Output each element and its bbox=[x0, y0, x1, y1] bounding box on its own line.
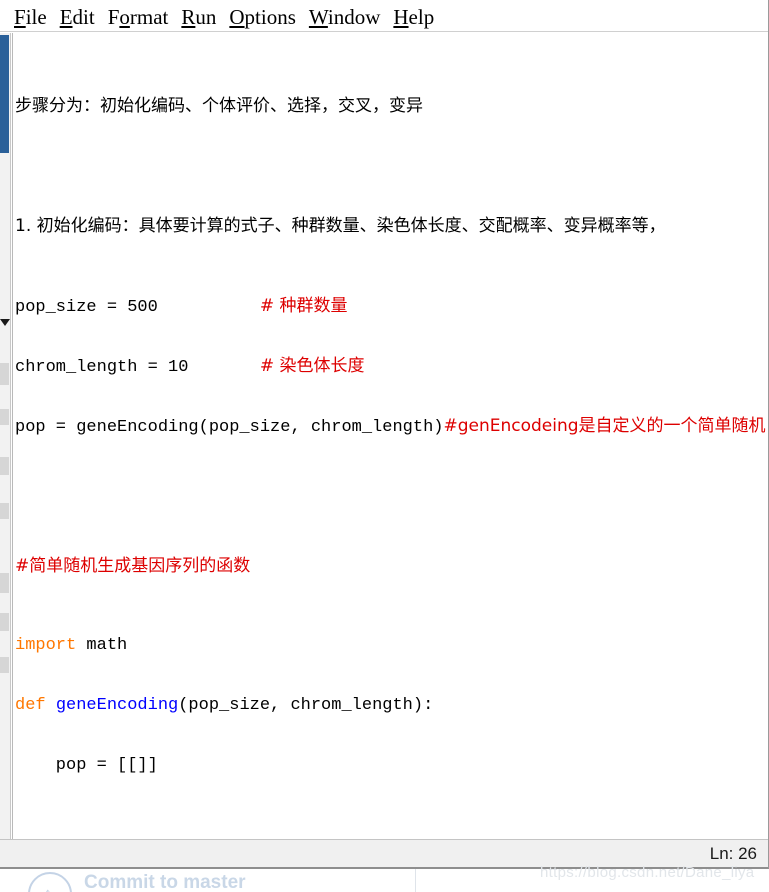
menu-format-pre: F bbox=[107, 4, 120, 29]
menu-options-mnemonic: O bbox=[229, 4, 245, 29]
menu-help[interactable]: Help bbox=[387, 5, 441, 31]
menu-options-rest: ptions bbox=[244, 4, 296, 29]
code-line: import math bbox=[15, 636, 128, 655]
up-arrow-icon: ↑ bbox=[44, 886, 52, 892]
line-comment: # 种群数量 bbox=[259, 296, 348, 316]
menu-options[interactable]: Options bbox=[223, 5, 303, 31]
kw-import: import bbox=[15, 636, 77, 655]
code-line: pop = geneEncoding(pop_size, chrom_lengt… bbox=[15, 416, 768, 437]
scrollbar-track[interactable] bbox=[0, 33, 11, 839]
background-divider bbox=[415, 866, 416, 892]
line-pad bbox=[158, 298, 260, 317]
code-line: pop_size = 500 # 种群数量 bbox=[15, 296, 768, 317]
menu-run[interactable]: Run bbox=[175, 5, 223, 31]
fn-name-geneEncoding: geneEncoding bbox=[55, 696, 179, 715]
left-scrollbar-strip[interactable] bbox=[0, 33, 12, 839]
scrollbar-segment bbox=[0, 503, 9, 519]
kw-def: def bbox=[15, 696, 46, 715]
menu-help-rest: elp bbox=[408, 4, 435, 29]
menu-run-mnemonic: R bbox=[181, 4, 196, 29]
idle-editor-window: File Edit Format Run Options Window Help… bbox=[0, 0, 769, 869]
line-comment: #genEncodeing是自定义的一个简单随机 bbox=[443, 416, 766, 436]
scrollbar-thumb[interactable] bbox=[0, 35, 9, 153]
scrollbar-down-arrow-icon[interactable] bbox=[0, 319, 10, 326]
code-content[interactable]: 步骤分为：初始化编码、个体评价、选择，交叉，变异 1. 初始化编码：具体要计算的… bbox=[15, 36, 768, 839]
menu-edit-rest: dit bbox=[72, 4, 95, 29]
line-text: 步骤分为：初始化编码、个体评价、选择，交叉，变异 bbox=[15, 96, 423, 116]
csdn-watermark: https://blog.csdn.net/Dane_liya bbox=[540, 864, 755, 881]
status-bar: Ln: 26 bbox=[0, 839, 768, 867]
code-line: 1. 初始化编码：具体要计算的式子、种群数量、染色体长度、交配概率、变异概率等， bbox=[15, 216, 768, 236]
menu-file-mnemonic: F bbox=[14, 4, 26, 29]
scrollbar-segment bbox=[0, 457, 9, 475]
code-line: 步骤分为：初始化编码、个体评价、选择，交叉，变异 bbox=[15, 96, 768, 116]
menu-edit[interactable]: Edit bbox=[54, 5, 102, 31]
menu-edit-mnemonic: E bbox=[59, 4, 73, 29]
code-line: pop = [[]] bbox=[15, 756, 158, 775]
line-number-indicator: Ln: 26 bbox=[709, 844, 757, 863]
line-comment: # 染色体长度 bbox=[259, 356, 365, 376]
scrollbar-segment bbox=[0, 573, 9, 593]
commit-to-master-label: Commit to master bbox=[84, 872, 246, 892]
menu-help-mnemonic: H bbox=[393, 4, 409, 29]
menu-file-rest: ile bbox=[25, 4, 47, 29]
line-text: 1. 初始化编码：具体要计算的式子、种群数量、染色体长度、交配概率、变异概率等， bbox=[15, 216, 666, 236]
scrollbar-segment bbox=[0, 613, 9, 631]
line-code: pop = geneEncoding(pop_size, chrom_lengt… bbox=[15, 418, 444, 437]
menu-window-rest: indow bbox=[327, 4, 381, 29]
menu-format-rest: rmat bbox=[129, 4, 169, 29]
code-line: #简单随机生成基因序列的函数 bbox=[15, 556, 768, 576]
code-line: chrom_length = 10 # 染色体长度 bbox=[15, 356, 768, 377]
menu-format-mnemonic: o bbox=[119, 4, 130, 29]
line-code: chrom_length = 10 bbox=[15, 358, 189, 377]
menu-window-mnemonic: W bbox=[308, 4, 328, 29]
menu-run-rest: un bbox=[195, 4, 217, 29]
menu-format[interactable]: Format bbox=[102, 5, 176, 31]
scrollbar-segment bbox=[0, 409, 9, 425]
scrollbar-segment bbox=[0, 657, 9, 673]
code-text-area[interactable]: 步骤分为：初始化编码、个体评价、选择，交叉，变异 1. 初始化编码：具体要计算的… bbox=[12, 33, 768, 839]
code-line: def geneEncoding(pop_size, chrom_length)… bbox=[15, 696, 434, 715]
scrollbar-segment bbox=[0, 363, 9, 385]
line-comment: #简单随机生成基因序列的函数 bbox=[15, 556, 251, 576]
menu-window[interactable]: Window bbox=[303, 5, 387, 31]
line-code: pop_size = 500 bbox=[15, 298, 158, 317]
line-pad bbox=[188, 358, 259, 377]
menu-bar: File Edit Format Run Options Window Help bbox=[0, 0, 768, 32]
menu-file[interactable]: File bbox=[8, 5, 54, 31]
